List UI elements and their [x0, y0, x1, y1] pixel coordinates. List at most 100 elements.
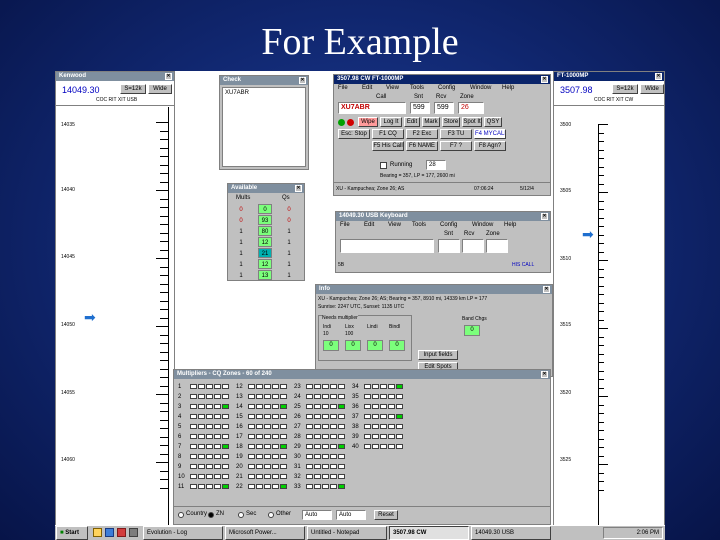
function-key-button[interactable]: F4 MYCALL: [474, 129, 506, 139]
radio-button[interactable]: [238, 512, 244, 518]
radio-button[interactable]: [268, 512, 274, 518]
taskbar-item[interactable]: Evolution - Log: [143, 526, 223, 540]
rcv-input[interactable]: 599: [434, 102, 454, 114]
available-cell: 13: [258, 270, 272, 280]
main-menu-item[interactable]: Config: [438, 85, 455, 92]
usb-menu-item[interactable]: Help: [504, 222, 516, 229]
snt-input[interactable]: 599: [410, 102, 430, 114]
kenwood-wide-button[interactable]: Wide: [148, 84, 172, 94]
band-indicator: [264, 384, 271, 389]
app-icon[interactable]: [129, 528, 138, 537]
multipliers-title-bar: Multipliers - CQ Zones - 60 of 240 ✕: [174, 370, 550, 379]
action-button[interactable]: Log It: [380, 117, 402, 127]
kenwood-mode-button[interactable]: S=12k: [120, 84, 146, 94]
browser-icon[interactable]: [105, 528, 114, 537]
check-list[interactable]: XU7ABR: [222, 87, 306, 167]
radio-button[interactable]: [208, 512, 214, 518]
usb-menu-item[interactable]: View: [388, 222, 401, 229]
scale-tick: [598, 268, 604, 270]
function-key-button[interactable]: Esc: Stop: [338, 129, 370, 139]
scale-tick: [598, 311, 604, 312]
main-menu-item[interactable]: Tools: [410, 85, 424, 92]
band-indicator: [190, 394, 197, 399]
running-value[interactable]: 28: [426, 160, 446, 170]
band-indicator: [306, 464, 313, 469]
scale-tick: [160, 147, 168, 149]
band-indicator: [272, 434, 279, 439]
main-menu-item[interactable]: Window: [470, 85, 491, 92]
band-indicator: [322, 394, 329, 399]
usb-menu-item[interactable]: Window: [472, 222, 493, 229]
action-button[interactable]: Store: [442, 117, 460, 127]
main-menu-item[interactable]: View: [386, 85, 399, 92]
band-indicator: [306, 384, 313, 389]
clock[interactable]: 2:06 PM: [637, 530, 659, 537]
function-key-button[interactable]: F6 NAME: [406, 141, 438, 151]
action-button[interactable]: Edit: [404, 117, 420, 127]
taskbar-item[interactable]: Microsoft Power...: [225, 526, 305, 540]
band-indicator: [280, 394, 287, 399]
current-frequency-arrow-icon[interactable]: ➡: [582, 227, 594, 241]
taskbar-item[interactable]: Untitled - Notepad: [307, 526, 387, 540]
app-icon[interactable]: [117, 528, 126, 537]
usb-zone-input[interactable]: [486, 239, 508, 253]
band-indicator: [330, 444, 337, 449]
main-menu-item[interactable]: File: [338, 85, 348, 92]
function-key-button[interactable]: F7 ?: [440, 141, 472, 151]
main-menu-item[interactable]: Help: [502, 85, 514, 92]
close-icon[interactable]: ✕: [543, 286, 550, 293]
band-indicator: [388, 384, 395, 389]
running-checkbox[interactable]: [380, 162, 387, 169]
action-button[interactable]: Spot It: [462, 117, 482, 127]
function-key-button[interactable]: F2 Exc: [406, 129, 438, 139]
close-icon[interactable]: ✕: [541, 371, 548, 378]
reset-button[interactable]: Reset: [374, 510, 398, 520]
main-menu-item[interactable]: Edit: [362, 85, 372, 92]
function-key-button[interactable]: F5 His Call: [372, 141, 404, 151]
input-fields-button[interactable]: Input fields: [418, 350, 458, 360]
close-icon[interactable]: ✕: [299, 77, 306, 84]
band-indicator: [190, 384, 197, 389]
mode-select[interactable]: Auto: [336, 510, 366, 520]
usb-rcv-input[interactable]: [462, 239, 484, 253]
needs-val: 10: [323, 331, 329, 337]
action-button[interactable]: QSY: [484, 117, 502, 127]
band-indicator: [314, 454, 321, 459]
close-icon[interactable]: ✕: [541, 213, 548, 220]
kenwood-scale[interactable]: [168, 107, 169, 525]
usb-call-input[interactable]: [340, 239, 434, 253]
call-input[interactable]: XU7ABR: [338, 102, 406, 114]
taskbar-item[interactable]: 3507.98 CW: [389, 526, 469, 540]
ft-wide-button[interactable]: Wide: [640, 84, 664, 94]
usb-menu-item[interactable]: Tools: [412, 222, 426, 229]
folder-icon[interactable]: [93, 528, 102, 537]
function-key-button[interactable]: F1 CQ: [372, 129, 404, 139]
main-title: 3507.98 CW FT-1000MP: [337, 76, 404, 82]
close-icon[interactable]: ✕: [165, 73, 172, 80]
scale-tick: [156, 258, 168, 259]
available-cell: 93: [258, 215, 272, 225]
action-button[interactable]: Wipe: [358, 117, 378, 127]
band-select[interactable]: Auto: [302, 510, 332, 520]
band-indicator: [248, 424, 255, 429]
check-item[interactable]: XU7ABR: [225, 90, 249, 97]
ft-mode-button[interactable]: S=12k: [612, 84, 638, 94]
function-key-button[interactable]: F8 Agn?: [474, 141, 506, 151]
zone-input[interactable]: 26: [458, 102, 484, 114]
available-title: Available: [231, 185, 258, 191]
close-icon[interactable]: ✕: [655, 73, 662, 80]
current-frequency-arrow-icon[interactable]: ➡: [84, 310, 96, 324]
usb-menu-item[interactable]: File: [340, 222, 350, 229]
function-key-button[interactable]: F3 TU: [440, 129, 472, 139]
close-icon[interactable]: ✕: [541, 76, 548, 83]
action-button[interactable]: Mark: [422, 117, 440, 127]
band-indicator: [248, 444, 255, 449]
taskbar-item[interactable]: 14049.30 USB: [471, 526, 551, 540]
close-icon[interactable]: ✕: [295, 185, 302, 192]
start-button[interactable]: ■ Start: [56, 526, 88, 540]
scale-tick: [160, 164, 168, 166]
usb-menu-item[interactable]: Config: [440, 222, 457, 229]
radio-button[interactable]: [178, 512, 184, 518]
usb-snt-input[interactable]: [438, 239, 460, 253]
usb-menu-item[interactable]: Edit: [364, 222, 374, 229]
